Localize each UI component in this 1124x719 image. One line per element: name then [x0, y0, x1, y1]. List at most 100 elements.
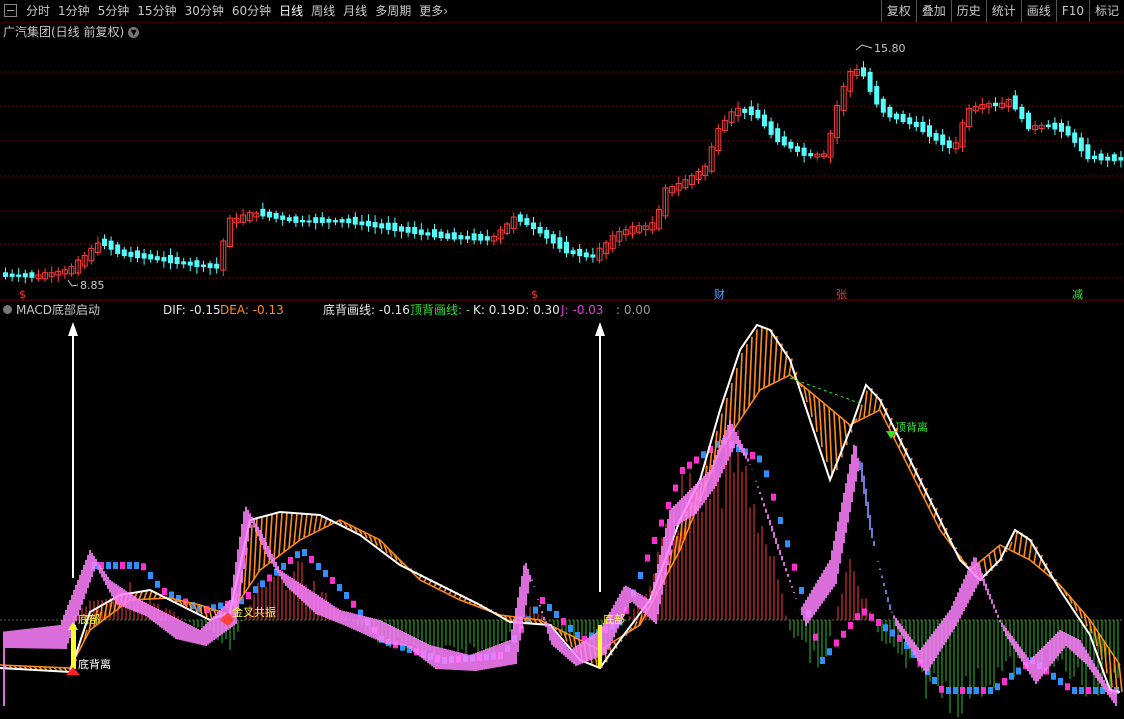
macd-square [127, 562, 132, 569]
candle-body-down [1059, 122, 1064, 132]
candle-body-down [1078, 137, 1084, 152]
candle-body-down [894, 113, 899, 120]
candle-body-down [293, 216, 299, 223]
candle-body-down [531, 222, 536, 229]
candle-body-down [781, 136, 787, 146]
macd-square [932, 677, 937, 684]
macd-square [967, 687, 972, 694]
event-marker-finance[interactable]: 财 [714, 287, 725, 301]
candle-body-down [385, 222, 391, 230]
candle-body-down [458, 235, 464, 240]
macd-square [337, 584, 342, 591]
macd-square [344, 592, 349, 599]
candle-body-down [993, 102, 998, 107]
arrow-up-icon [68, 322, 78, 336]
candle-body-down [583, 252, 589, 258]
dea-band-hatch [863, 390, 868, 419]
candle-body-down [412, 227, 418, 234]
dea-band-hatch [733, 367, 738, 430]
candle-body-down [194, 260, 200, 268]
macd-square [862, 608, 867, 616]
candle-body-down [339, 219, 345, 223]
macd-square [883, 624, 888, 632]
kline-chart[interactable]: 15.80 8.85 $ $ 财 张 减 底背离 底部 金叉共振 底部 顶背离 [0, 0, 1124, 719]
macd-square [155, 580, 160, 588]
candle-body-down [880, 98, 886, 113]
top-div-line-value: 顶背画线: - [410, 303, 471, 317]
macd-panel [0, 322, 1124, 717]
candle-body-down [517, 214, 523, 222]
arrow-up-icon [595, 322, 605, 336]
dea-band-hatch [808, 390, 813, 418]
candle-body-down [933, 133, 939, 141]
macd-square [295, 551, 300, 559]
candle-body-down [920, 121, 926, 133]
candle-body-down [524, 218, 530, 226]
candle-body-down [392, 222, 398, 232]
candle-body-down [300, 220, 305, 223]
candle-body-down [900, 114, 906, 123]
macd-square [855, 613, 860, 621]
macd-square [260, 580, 265, 588]
candle-body-down [557, 237, 563, 249]
extra-value: : 0.00 [616, 303, 651, 317]
dea-band-hatch [273, 513, 278, 560]
dea-band-hatch [1118, 663, 1123, 692]
candle-body-down [1065, 126, 1071, 136]
candle-body-down [260, 208, 266, 217]
macd-square [267, 574, 272, 582]
candle-body-down [1105, 156, 1111, 161]
macd-square [141, 563, 146, 571]
candle-body-down [795, 146, 800, 152]
candle-body-down [1118, 157, 1124, 161]
dea-band-hatch [773, 335, 778, 384]
candle-body-down [418, 229, 424, 235]
macd-square [841, 630, 846, 638]
candle-body-down [570, 250, 576, 255]
candle-body-down [16, 274, 22, 277]
macd-square [638, 572, 643, 579]
candle-body-down [201, 264, 206, 267]
candle-body-down [333, 220, 338, 223]
candle-body-down [135, 250, 140, 259]
macd-square [162, 588, 167, 595]
macd-square [106, 562, 111, 569]
dea-band-hatch [303, 513, 308, 539]
macd-square [1058, 678, 1063, 685]
low-price-label: 8.85 [80, 279, 105, 292]
dea-band-hatch [298, 513, 303, 541]
candle-body-down [280, 215, 286, 220]
candle-body-down [161, 257, 167, 262]
candle-body-down [874, 86, 880, 105]
event-marker-dollar[interactable]: $ [531, 288, 538, 301]
macd-square [134, 562, 139, 569]
macd-square [687, 461, 692, 469]
macd-square [848, 622, 853, 629]
bottom-label-2: 底部 [603, 612, 625, 626]
golden-cross-label: 金叉共振 [232, 605, 276, 619]
settings-icon[interactable] [3, 305, 12, 314]
bottom-label-1: 底部 [78, 612, 100, 626]
macd-square [246, 592, 251, 599]
dea-band-hatch [318, 514, 323, 531]
candle-body-down [537, 226, 543, 234]
indicator-name[interactable]: MACD底部启动 [16, 302, 100, 318]
macd-square [1065, 683, 1070, 691]
candle-body-down [755, 109, 761, 119]
candle-body-down [564, 241, 569, 254]
macd-square [1093, 687, 1098, 694]
candle-body-down [907, 117, 913, 125]
candle-body-down [748, 106, 754, 116]
dea-band-hatch [823, 403, 828, 463]
candle-body-down [313, 217, 319, 223]
event-marker-dollar[interactable]: $ [19, 288, 26, 301]
event-marker-rise[interactable]: 张 [836, 288, 847, 301]
candle-body-down [484, 236, 490, 241]
event-marker-reduce[interactable]: 减 [1072, 288, 1083, 301]
bottom-div-line-value: 底背画线: -0.16 [323, 303, 410, 317]
macd-square [1086, 687, 1091, 694]
candle-body-down [927, 125, 932, 137]
macd-square [890, 629, 895, 637]
candle-body-down [550, 234, 556, 244]
candlesticks [3, 44, 1124, 287]
